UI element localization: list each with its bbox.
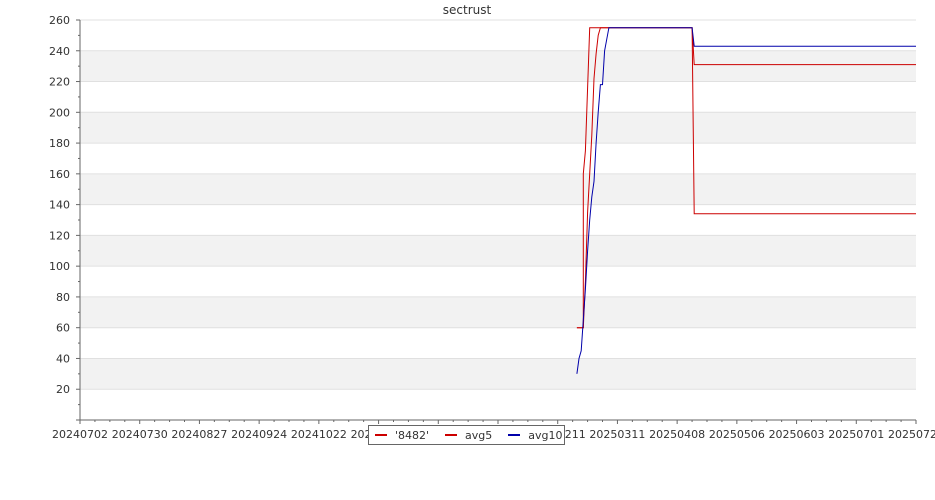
- y-tick-label: 60: [56, 322, 70, 335]
- x-tick-label: 20241022: [291, 428, 347, 441]
- legend-swatch: [508, 434, 521, 436]
- y-tick-label: 160: [49, 168, 70, 181]
- x-tick-label: 20240924: [231, 428, 287, 441]
- y-tick-label: 100: [49, 260, 70, 273]
- y-tick-label: 260: [49, 14, 70, 27]
- legend: '8482' avg5 avg10: [368, 425, 565, 445]
- legend-item: '8482': [375, 429, 429, 442]
- y-tick-label: 80: [56, 291, 70, 304]
- grid-band: [80, 235, 916, 267]
- grid-band: [80, 358, 916, 390]
- legend-item: avg5: [445, 429, 492, 442]
- legend-swatch: [445, 434, 458, 436]
- y-tick-label: 140: [49, 199, 70, 212]
- grid-bands: [80, 19, 916, 390]
- y-tick-label: 180: [49, 137, 70, 150]
- grid-band: [80, 173, 916, 205]
- grid-band: [80, 296, 916, 328]
- y-tick-label: 40: [56, 352, 70, 365]
- legend-item: avg10: [508, 428, 563, 442]
- y-tick-label: 20: [56, 383, 70, 396]
- y-axis-ticks: 20 40 60 80 100 120 140 160 180 200 220 240 260: [49, 14, 80, 421]
- y-tick-label: 120: [49, 229, 70, 242]
- x-tick-label: 20250603: [769, 428, 825, 441]
- x-tick-label: 20250506: [709, 428, 765, 441]
- x-tick-label: 20250311: [589, 428, 645, 441]
- grid-band: [80, 50, 916, 82]
- legend-label: avg10: [528, 428, 563, 442]
- legend-swatch: [375, 434, 387, 436]
- legend-label: avg5: [465, 428, 493, 442]
- y-tick-label: 240: [49, 45, 70, 58]
- x-tick-label: 20240827: [171, 428, 227, 441]
- x-tick-label: 20250701: [828, 428, 884, 441]
- x-tick-label: 20240702: [52, 428, 108, 441]
- y-tick-label: 200: [49, 106, 70, 119]
- y-tick-label: 220: [49, 76, 70, 89]
- legend-label: '8482': [395, 428, 430, 442]
- x-tick-label: 20250729: [888, 428, 935, 441]
- grid-band: [80, 112, 916, 144]
- chart-title: sectrust: [443, 3, 492, 17]
- x-tick-label: 20250408: [649, 428, 705, 441]
- x-tick-label: 20240730: [112, 428, 168, 441]
